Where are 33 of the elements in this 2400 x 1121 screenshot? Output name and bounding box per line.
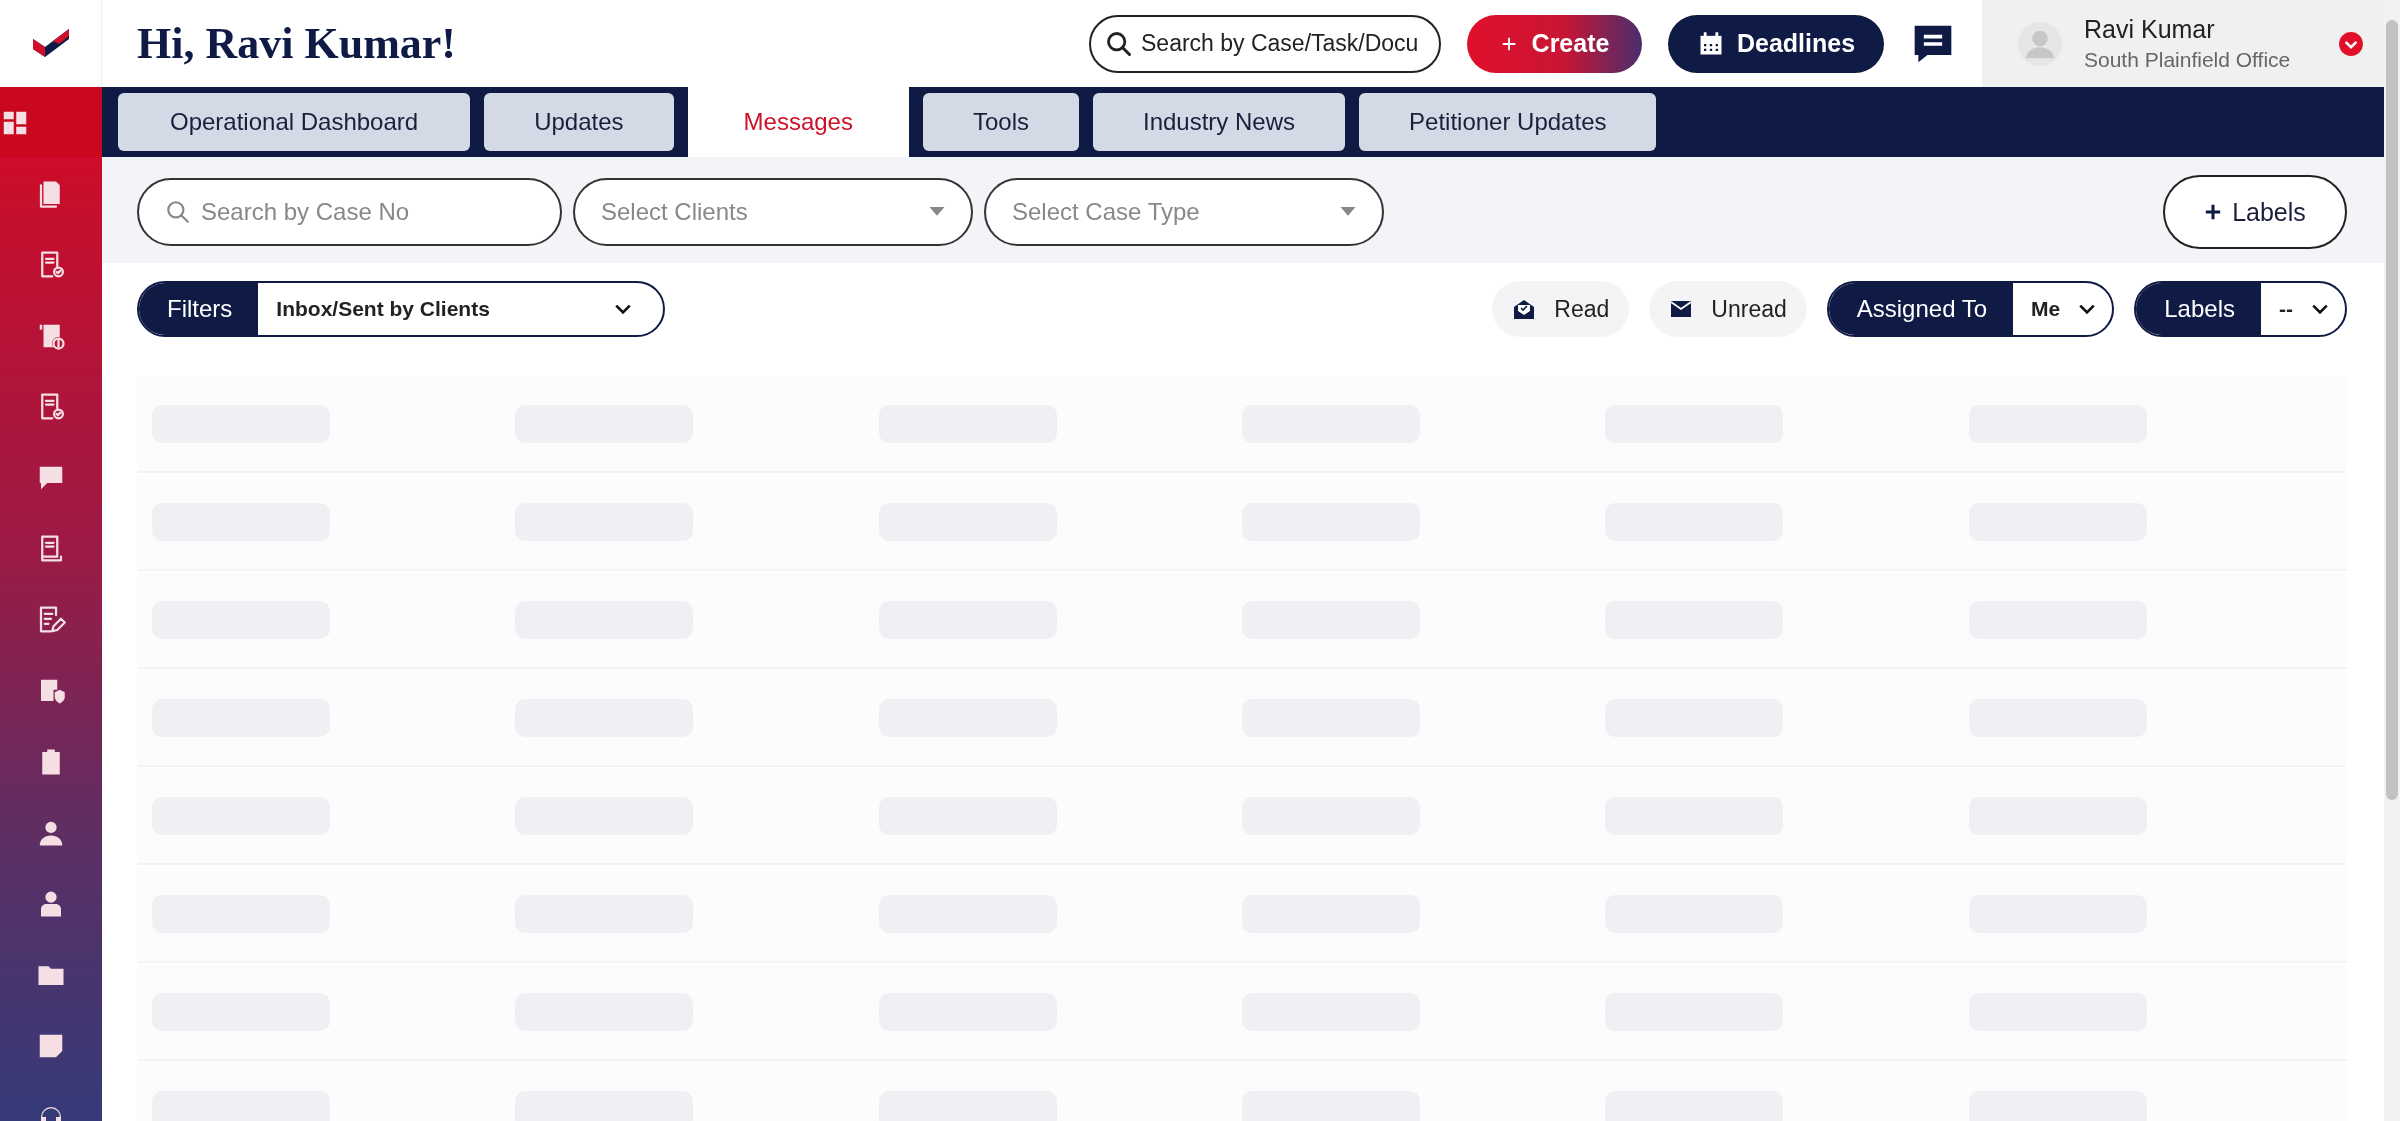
search-icon [165, 199, 191, 225]
chevron-down-icon [2078, 303, 2097, 315]
caret-icon [929, 207, 945, 217]
deadlines-button[interactable]: Deadlines [1668, 14, 1884, 73]
scrollbar[interactable] [2384, 0, 2400, 1121]
search-field[interactable]: Search by Case No [137, 178, 562, 246]
greeting: Hi, Ravi Kumar! [137, 18, 456, 69]
case-type-select[interactable]: Select Case Type [984, 178, 1384, 246]
assigned-to-dropdown[interactable]: Assigned To Me [1826, 281, 2115, 337]
search-icon [1105, 29, 1133, 58]
labels-dropdown[interactable]: Labels -- [2134, 281, 2347, 337]
add-labels-button[interactable]: Labels [2163, 175, 2347, 249]
search-field[interactable]: Search by Case/Task/Docu [1089, 14, 1441, 73]
tab[interactable]: Updates [484, 93, 674, 151]
tab[interactable]: Messages [687, 87, 909, 157]
dropdown-icon[interactable] [2338, 30, 2364, 57]
tab[interactable]: Petitioner Updates [1359, 93, 1657, 151]
plus-icon [2204, 203, 2223, 221]
tab[interactable]: Tools [922, 93, 1079, 151]
chevron-down-icon [614, 303, 633, 315]
user-name: Ravi Kumar [2084, 15, 2216, 44]
avatar-icon [2018, 21, 2062, 66]
read-button[interactable]: Read [1492, 281, 1630, 337]
office-name: South Plainfield Office [2084, 48, 2291, 72]
envelope-open-icon [1512, 297, 1537, 321]
filter-dropdown[interactable]: Filters Inbox/Sent by Clients [137, 281, 665, 337]
caret-icon [1340, 207, 1356, 217]
clients-select[interactable]: Select Clients [573, 178, 973, 246]
tab[interactable]: Operational Dashboard [118, 93, 471, 151]
tab[interactable]: Industry News [1092, 93, 1346, 151]
chevron-down-icon [2311, 303, 2329, 315]
create-button[interactable]: Create [1467, 14, 1642, 73]
unread-button[interactable]: Unread [1649, 281, 1807, 337]
